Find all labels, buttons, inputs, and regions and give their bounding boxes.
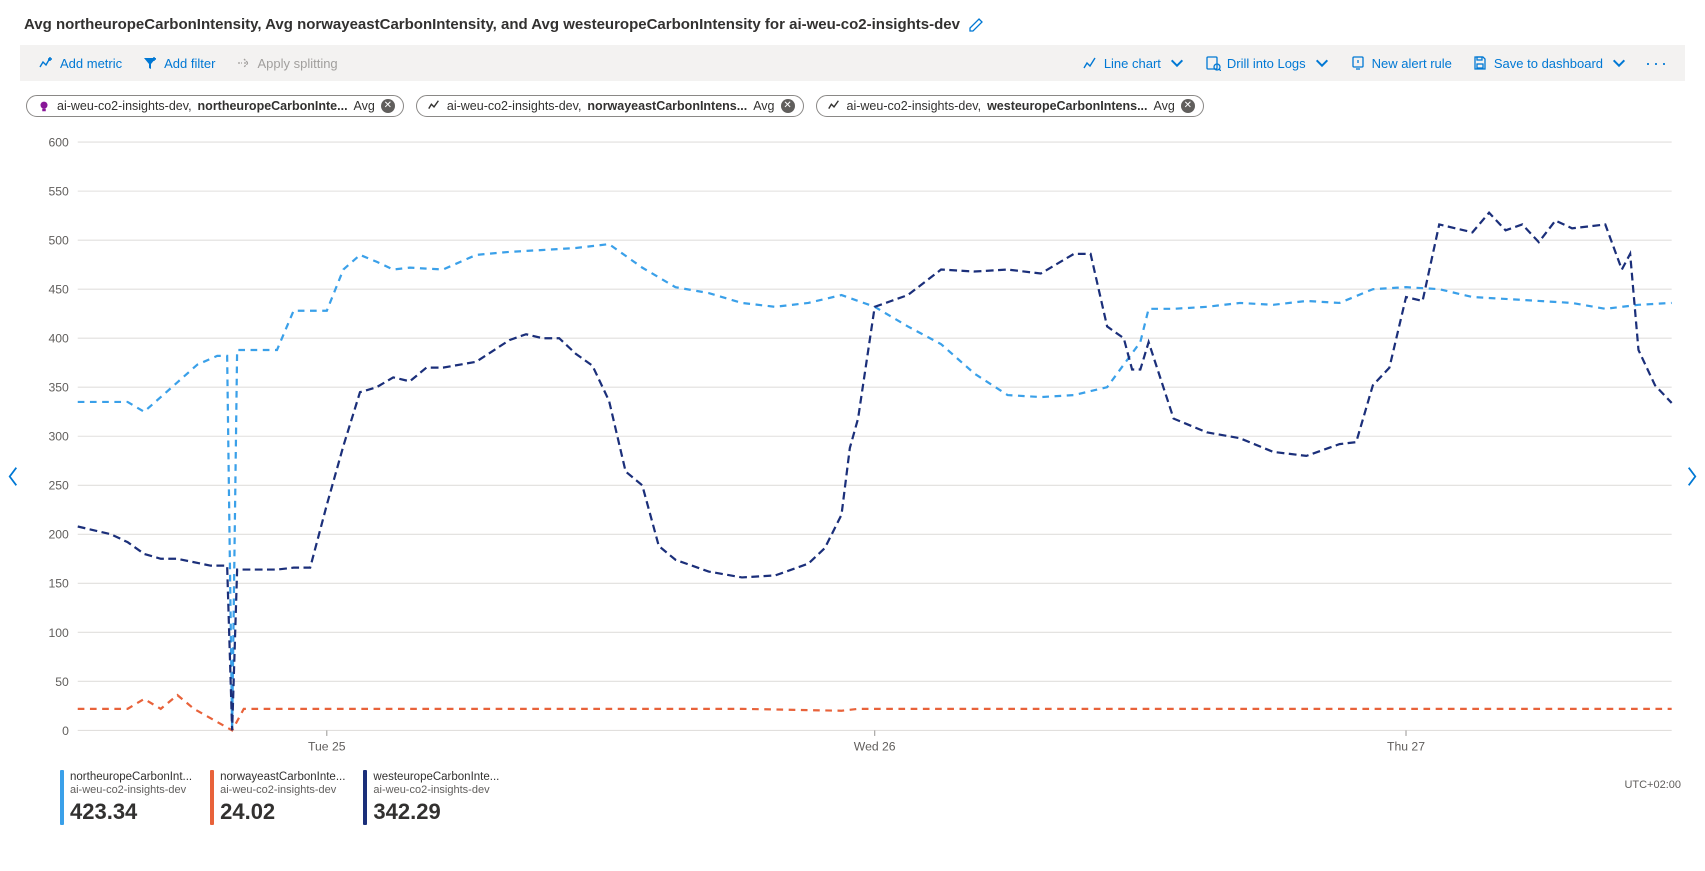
legend-sub: ai-weu-co2-insights-dev [220,784,345,798]
pill-agg: Avg [753,99,774,113]
svg-text:50: 50 [55,675,69,689]
add-metric-icon [38,55,54,71]
legend-color-bar [363,770,367,826]
page-title: Avg northeuropeCarbonIntensity, Avg norw… [24,16,960,33]
chevron-down-icon [1314,55,1330,71]
more-button[interactable]: ··· [1639,53,1675,74]
svg-text:300: 300 [49,430,70,444]
nav-prev-button[interactable] [2,462,24,495]
svg-text:200: 200 [49,528,70,542]
svg-text:350: 350 [49,381,70,395]
svg-text:250: 250 [49,479,70,493]
metric-pill[interactable]: ai-weu-co2-insights-dev, northeuropeCarb… [26,95,404,117]
legend-item[interactable]: westeuropeCarbonInte...ai-weu-co2-insigh… [363,770,499,826]
line-chart[interactable]: 0 50 100 150 200 250 300 350 400 450 500 550 600 Tue … [20,131,1685,764]
metric-pills-row: ai-weu-co2-insights-dev, northeuropeCarb… [20,81,1685,125]
svg-text:400: 400 [49,332,70,346]
add-filter-button[interactable]: Add filter [134,51,223,75]
lightbulb-icon [37,99,51,113]
svg-text:Tue 25: Tue 25 [308,739,346,753]
drill-logs-button[interactable]: Drill into Logs [1197,51,1338,75]
svg-text:100: 100 [49,626,70,640]
metric-pill[interactable]: ai-weu-co2-insights-dev, norwayeastCarbo… [416,95,804,117]
pill-resource: ai-weu-co2-insights-dev, [847,99,982,113]
legend-color-bar [210,770,214,826]
line-chart-icon [1082,55,1098,71]
pill-agg: Avg [1154,99,1175,113]
legend-item[interactable]: norwayeastCarbonInte...ai-weu-co2-insigh… [210,770,345,826]
pill-remove-icon[interactable]: ✕ [381,99,395,113]
legend-sub: ai-weu-co2-insights-dev [70,784,192,798]
filter-icon [142,55,158,71]
legend-value: 342.29 [373,798,499,826]
svg-text:450: 450 [49,283,70,297]
pill-agg: Avg [354,99,375,113]
pill-resource: ai-weu-co2-insights-dev, [57,99,192,113]
legend-sub: ai-weu-co2-insights-dev [373,784,499,798]
add-metric-button[interactable]: Add metric [30,51,130,75]
pill-resource: ai-weu-co2-insights-dev, [447,99,582,113]
save-icon [1472,55,1488,71]
toolbar: Add metric Add filter Apply splitting Li… [20,45,1685,81]
pill-remove-icon[interactable]: ✕ [1181,99,1195,113]
pill-metric: norwayeastCarbonIntens... [587,99,747,113]
svg-text:0: 0 [62,724,69,738]
apply-splitting-button: Apply splitting [227,51,345,75]
chevron-down-icon [1169,55,1185,71]
legend-item[interactable]: northeuropeCarbonInt...ai-weu-co2-insigh… [60,770,192,826]
legend-color-bar [60,770,64,826]
timezone-label: UTC+02:00 [1624,779,1681,791]
logs-icon [1205,55,1221,71]
svg-text:500: 500 [49,234,70,248]
chart-area: 0 50 100 150 200 250 300 350 400 450 500 550 600 Tue … [20,131,1685,825]
line-chart-button[interactable]: Line chart [1074,51,1193,75]
legend-metric-name: northeuropeCarbonInt... [70,770,192,784]
alert-icon [1350,55,1366,71]
pill-remove-icon[interactable]: ✕ [781,99,795,113]
split-icon [235,55,251,71]
legend-metric-name: westeuropeCarbonInte... [373,770,499,784]
pill-metric: northeuropeCarbonInte... [198,99,348,113]
legend-metric-name: norwayeastCarbonInte... [220,770,345,784]
save-dashboard-button[interactable]: Save to dashboard [1464,51,1635,75]
svg-text:Thu 27: Thu 27 [1387,739,1425,753]
svg-text:550: 550 [49,185,70,199]
metric-pill[interactable]: ai-weu-co2-insights-dev, westeuropeCarbo… [816,95,1204,117]
legend-value: 423.34 [70,798,192,826]
svg-text:150: 150 [49,577,70,591]
svg-text:Wed 26: Wed 26 [854,739,896,753]
edit-title-icon[interactable] [968,17,984,33]
chevron-down-icon [1611,55,1627,71]
legend-row: northeuropeCarbonInt...ai-weu-co2-insigh… [20,764,1685,826]
line-series-icon [427,99,441,113]
new-alert-button[interactable]: New alert rule [1342,51,1460,75]
legend-value: 24.02 [220,798,345,826]
pill-metric: westeuropeCarbonIntens... [987,99,1147,113]
line-series-icon [827,99,841,113]
svg-text:600: 600 [49,136,70,150]
nav-next-button[interactable] [1681,462,1703,495]
